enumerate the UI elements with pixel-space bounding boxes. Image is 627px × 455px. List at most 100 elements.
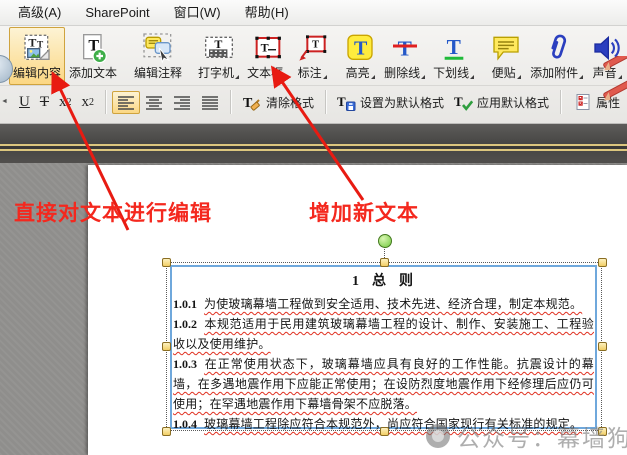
doc-paragraph-102: 1.0.2本规范适用于民用建筑玻璃幕墙工程的设计、制作、安装施工、工程验收以及使… [173,314,594,354]
textbox-icon: T [252,30,284,66]
toolbar-row-edit: T T 编辑内容 T 添加文本 [0,26,627,85]
align-right-icon [173,95,191,110]
underline-text-icon: T [438,30,470,66]
resize-handle-mid-right[interactable] [598,342,607,351]
clear-format-button[interactable]: T 清除格式 [237,89,319,115]
edit-comment-label: 编辑注释 [134,66,182,80]
add-text-button[interactable]: T 添加文本 [65,27,121,85]
callout-icon: T [296,30,328,66]
note-label: 便贴 [492,66,521,80]
strikeout-label: 删除线 [384,66,425,80]
menu-help[interactable]: 帮助(H) [233,0,301,25]
watermark-text: 公众号：幕墙狗狗 [457,419,627,453]
align-justify-button[interactable] [196,91,224,114]
subscript-button[interactable]: x2 [54,90,77,115]
toolbar-separator [560,90,561,114]
svg-text:T: T [312,39,319,50]
strikethrough-format-button[interactable]: T [35,90,54,115]
edit-content-icon: T T [21,30,53,66]
resize-handle-bottom-center[interactable] [380,427,389,436]
pencil-tools-clipped[interactable] [591,56,627,119]
svg-text:T: T [28,36,36,50]
apply-default-format-label: 应用默认格式 [477,94,549,111]
resize-handle-mid-left[interactable] [162,342,171,351]
resize-handle-top-left[interactable] [162,258,171,267]
svg-text:T: T [354,38,368,60]
note-button[interactable]: 便贴 [486,27,526,85]
properties-icon [574,93,592,111]
resize-handle-bottom-left[interactable] [162,427,171,436]
dropdown-mark-icon [421,75,425,79]
dropdown-mark-icon [323,75,327,79]
menu-sharepoint[interactable]: SharePoint [73,0,161,25]
svg-text:T: T [446,35,460,59]
underline-format-button[interactable]: U [14,90,35,115]
resize-handle-top-center[interactable] [380,258,389,267]
underline-text-label: 下划线 [433,66,474,80]
menu-window[interactable]: 窗口(W) [162,0,233,25]
textbox-button[interactable]: T 文本框 [243,27,292,85]
highlight-button[interactable]: T 高亮 [340,27,380,85]
attachment-button[interactable]: 添加附件 [526,27,587,85]
clear-format-label: 清除格式 [266,94,314,111]
highlight-label: 高亮 [346,66,375,80]
note-icon [490,30,522,66]
set-default-format-button[interactable]: T 设置为默认格式 [332,89,449,115]
underline-text-button[interactable]: T 下划线 [429,27,478,85]
svg-text:T: T [454,94,463,109]
toolbar-separator [325,90,326,114]
add-text-label: 添加文本 [69,66,117,80]
apply-default-format-button[interactable]: T 应用默认格式 [449,89,554,115]
highlight-icon: T [344,30,376,66]
toolbar-overflow-chevron[interactable]: ◄ [1,98,8,105]
typewriter-icon: T [203,30,235,66]
add-text-hint: 增加新文本 [309,197,419,227]
svg-text:T: T [260,40,268,54]
callout-button[interactable]: T 标注 [292,27,332,85]
edit-comment-icon [142,30,174,66]
resize-handle-top-right[interactable] [598,258,607,267]
svg-text:T: T [214,37,222,51]
watermark: 公众号：幕墙狗狗 [426,419,627,453]
dropdown-mark-icon [579,75,583,79]
align-justify-icon [201,95,219,110]
attachment-label: 添加附件 [530,66,583,80]
svg-text:T: T [397,36,411,60]
document-title: 1 总 则 [173,270,594,290]
pencil-icon [602,78,627,103]
dropdown-mark-icon [235,75,239,79]
typewriter-label: 打字机 [198,66,239,80]
dropdown-mark-icon [371,75,375,79]
edit-content-label: 编辑内容 [13,66,61,80]
doc-paragraph-103: 1.0.3在正常使用状态下，玻璃幕墙应具有良好的工作性能。抗震设计的幕墙，在多遇… [173,354,594,414]
rotation-handle[interactable] [378,234,392,248]
pencil-icon [602,56,627,73]
align-left-icon [117,95,135,110]
paperclip-icon [541,30,573,66]
edit-text-hint: 直接对文本进行编辑 [14,197,212,227]
toolbar-separator [105,90,106,114]
edit-content-button[interactable]: T T 编辑内容 [9,27,65,85]
document-text-block[interactable]: 1 总 则 1.0.1为使玻璃幕墙工程做到安全适用、技术先进、经济合理，制定本规… [173,268,594,434]
align-center-icon [145,95,163,110]
gold-double-line [0,144,627,152]
toolbar-area: ◄ T T 编辑内容 T [0,26,627,124]
strikeout-icon: T [389,30,421,66]
clear-format-icon: T [242,93,262,111]
add-text-icon: T [77,30,109,66]
menu-advanced[interactable]: 高级(A) [6,0,73,25]
menu-bar: 高级(A) SharePoint 窗口(W) 帮助(H) [0,0,627,26]
apply-default-format-icon: T [454,93,473,111]
dropdown-mark-icon [470,75,474,79]
dropdown-mark-icon [284,75,288,79]
superscript-button[interactable]: x2 [77,90,100,115]
edit-comment-button[interactable]: 编辑注释 [130,27,186,85]
align-right-button[interactable] [168,91,196,114]
strikeout-button[interactable]: T 删除线 [380,27,429,85]
align-center-button[interactable] [140,91,168,114]
toolbar-row-format: U T x2 x2 T [0,85,627,118]
callout-label: 标注 [298,66,327,80]
typewriter-button[interactable]: T 打字机 [194,27,243,85]
doc-paragraph-101: 1.0.1为使玻璃幕墙工程做到安全适用、技术先进、经济合理，制定本规范。 [173,294,594,314]
align-left-button[interactable] [112,91,140,114]
